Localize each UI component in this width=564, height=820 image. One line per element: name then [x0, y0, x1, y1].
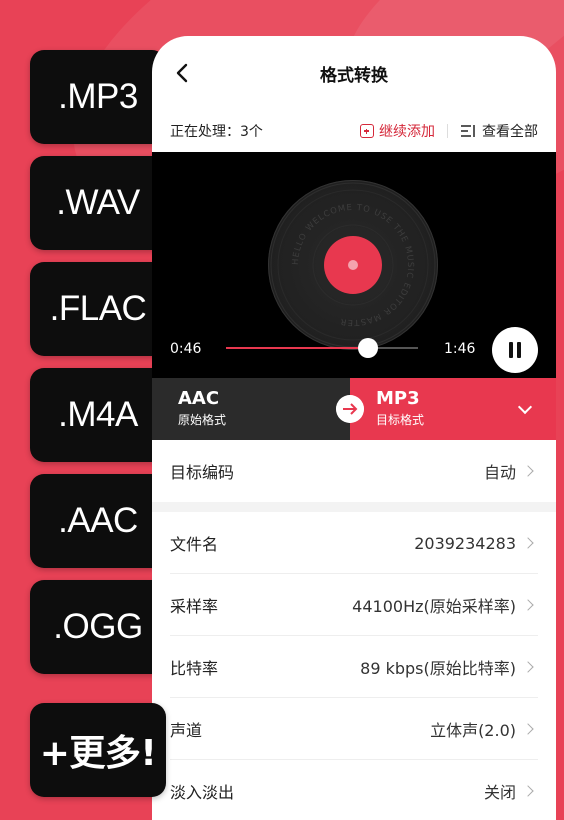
- list-icon: [461, 125, 475, 137]
- section-gap: [152, 502, 556, 512]
- sample-rate-value: 44100Hz(原始采样率): [352, 597, 516, 616]
- page-title: 格式转换: [320, 65, 388, 86]
- processing-count: 正在处理：3个: [170, 124, 263, 140]
- sample-rate-row[interactable]: 采样率 44100Hz(原始采样率): [152, 574, 556, 636]
- seek-progress: [226, 347, 369, 349]
- bitrate-value: 89 kbps(原始比特率): [360, 659, 516, 678]
- bitrate-row[interactable]: 比特率 89 kbps(原始比特率): [152, 636, 556, 698]
- chevron-right-icon: [522, 465, 534, 477]
- fade-value: 关闭: [483, 783, 516, 802]
- filename-row[interactable]: 文件名 2039234283: [152, 512, 556, 574]
- format-chip-aac: .AAC: [30, 474, 166, 568]
- add-square-icon: [360, 124, 374, 138]
- fade-row[interactable]: 淡入淡出 关闭: [152, 760, 556, 820]
- target-encoding-row[interactable]: 目标编码 自动: [152, 440, 556, 502]
- divider: [447, 124, 448, 138]
- nav-bar: 格式转换: [152, 36, 556, 110]
- format-conversion-bar: AAC 原始格式 MP3 目标格式: [152, 378, 556, 440]
- target-format-selector[interactable]: MP3 目标格式: [350, 378, 556, 440]
- format-chip-m4a: .M4A: [30, 368, 166, 462]
- continue-add-label: 继续添加: [379, 124, 435, 140]
- chevron-right-icon: [522, 661, 534, 673]
- view-all-label: 查看全部: [482, 124, 538, 140]
- view-all-button[interactable]: 查看全部: [460, 121, 538, 141]
- sample-rate-label: 采样率: [170, 597, 219, 616]
- channel-row[interactable]: 声道 立体声(2.0): [152, 698, 556, 760]
- channel-label: 声道: [170, 721, 203, 740]
- fade-label: 淡入淡出: [170, 783, 235, 802]
- status-row: 正在处理：3个 继续添加 查看全部: [152, 110, 556, 152]
- audio-player: HELLO WELCOME TO USE THE MUSIC EDITOR MA…: [152, 152, 556, 378]
- bitrate-label: 比特率: [170, 659, 219, 678]
- chevron-right-icon: [522, 723, 534, 735]
- pause-button[interactable]: [492, 327, 538, 373]
- format-chip-wav: .WAV: [30, 156, 166, 250]
- filename-value: 2039234283: [414, 533, 516, 553]
- seek-bar[interactable]: [226, 338, 418, 358]
- vinyl-hole: [348, 260, 358, 270]
- chevron-right-icon: [522, 785, 534, 797]
- channel-value: 立体声(2.0): [430, 721, 516, 740]
- seek-handle[interactable]: [358, 338, 379, 358]
- filename-label: 文件名: [170, 535, 219, 554]
- duration: 1:46: [444, 341, 476, 357]
- target-encoding-label: 目标编码: [170, 463, 235, 482]
- source-format-label: 原始格式: [178, 413, 227, 427]
- format-chip-mp3: .MP3: [30, 50, 166, 144]
- arrow-right-icon: [336, 395, 364, 423]
- continue-add-button[interactable]: 继续添加: [360, 121, 435, 141]
- back-arrow-icon[interactable]: [174, 63, 190, 83]
- chevron-right-icon: [522, 599, 534, 611]
- format-chip-ogg: .OGG: [30, 580, 166, 674]
- target-format-label: 目标格式: [376, 413, 425, 427]
- current-time: 0:46: [170, 341, 202, 357]
- source-format: AAC 原始格式: [152, 378, 350, 440]
- target-encoding-value: 自动: [483, 463, 516, 482]
- source-format-name: AAC: [178, 388, 220, 409]
- vinyl-label: [324, 236, 382, 294]
- more-formats-chip: +更多!: [30, 703, 166, 797]
- format-chip-flac: .FLAC: [30, 262, 166, 356]
- phone-screen: 格式转换 正在处理：3个 继续添加 查看全部 HELLO WELCOME TO …: [152, 36, 556, 820]
- chevron-right-icon: [522, 537, 534, 549]
- vinyl-disc-icon: HELLO WELCOME TO USE THE MUSIC EDITOR MA…: [268, 180, 438, 350]
